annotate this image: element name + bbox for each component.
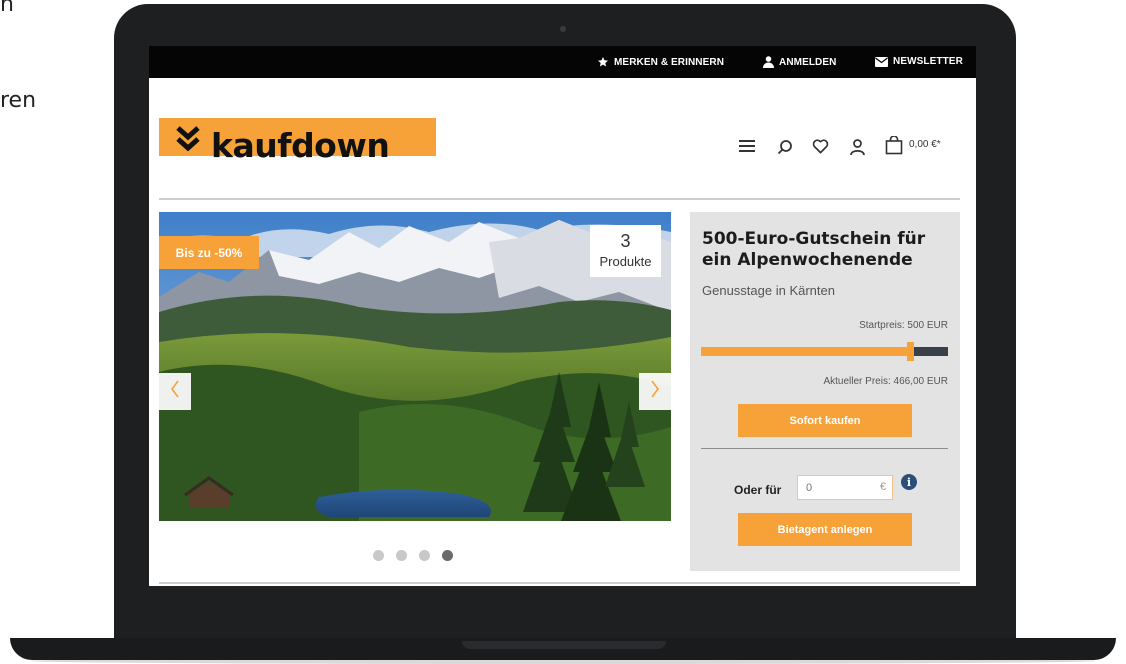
logo-text: kaufdown: [211, 126, 390, 165]
start-price: Startpreis: 500 EUR: [859, 320, 948, 331]
current-price: Aktueller Preis: 466,00 EUR: [823, 376, 948, 387]
price-progress-marker: [907, 342, 914, 361]
account-icon[interactable]: [850, 139, 865, 160]
offer-panel: 500-Euro-Gutschein für ein Alpenwochenen…: [690, 212, 960, 571]
slider-dot[interactable]: [396, 550, 407, 561]
buy-now-button[interactable]: Sofort kaufen: [738, 404, 912, 437]
remember-label: MERKEN & ERINNERN: [614, 56, 725, 68]
chevron-left-icon: [170, 380, 180, 403]
offer-divider: [701, 448, 948, 449]
newsletter-label: NEWSLETTER: [893, 56, 963, 67]
price-progress-bar: [701, 342, 948, 361]
bid-amount-input[interactable]: [797, 475, 893, 500]
product-count-label: Produkte: [599, 254, 652, 269]
offer-subtitle: Genusstage in Kärnten: [702, 283, 835, 298]
cart-icon[interactable]: [885, 135, 903, 160]
slider-dot[interactable]: [373, 550, 384, 561]
side-text-fragment: ren: [0, 88, 37, 113]
site-logo[interactable]: kaufdown: [159, 118, 436, 162]
double-chevron-down-icon: [175, 126, 201, 157]
login-label: ANMELDEN: [779, 56, 837, 68]
slider-dots: [373, 550, 453, 561]
page: n ren MERKEN & ERINNERN ANMELDEN NEWSLET…: [0, 0, 1126, 664]
product-count: 3: [620, 231, 631, 251]
price-progress-fill: [701, 347, 911, 356]
product-count-badge: 3 Produkte: [590, 225, 661, 277]
side-text-fragment: n: [0, 0, 14, 17]
content-divider: [159, 582, 960, 584]
laptop-notch: [462, 641, 666, 649]
info-icon[interactable]: i: [901, 474, 917, 490]
remember-link[interactable]: MERKEN & ERINNERN: [597, 56, 724, 68]
webcam: [560, 26, 566, 32]
create-bid-agent-button[interactable]: Bietagent anlegen: [738, 513, 912, 546]
bid-label: Oder für: [734, 483, 782, 497]
sale-badge: Bis zu -50%: [159, 236, 259, 269]
offer-title: 500-Euro-Gutschein für ein Alpenwochenen…: [702, 229, 926, 271]
login-link[interactable]: ANMELDEN: [763, 56, 836, 68]
slider-dot[interactable]: [419, 550, 430, 561]
chevron-right-icon: [650, 380, 660, 403]
user-icon: [763, 56, 774, 68]
bid-currency: €: [880, 481, 887, 493]
slider-image[interactable]: Bis zu -50% 3 Produkte: [159, 212, 671, 521]
header-divider: [159, 198, 960, 200]
browser-screen: MERKEN & ERINNERN ANMELDEN NEWSLETTER ka…: [149, 46, 976, 586]
slider-prev-button[interactable]: [159, 373, 191, 410]
slider-dot-active[interactable]: [442, 550, 453, 561]
menu-icon[interactable]: [739, 139, 755, 158]
envelope-icon: [875, 56, 888, 67]
star-icon: [597, 56, 609, 68]
newsletter-link[interactable]: NEWSLETTER: [875, 56, 963, 67]
heart-icon[interactable]: [812, 139, 829, 159]
top-bar: MERKEN & ERINNERN ANMELDEN NEWSLETTER: [149, 46, 976, 78]
slider-next-button[interactable]: [639, 373, 671, 410]
search-icon[interactable]: [777, 139, 793, 160]
cart-amount[interactable]: 0,00 €*: [909, 139, 941, 150]
